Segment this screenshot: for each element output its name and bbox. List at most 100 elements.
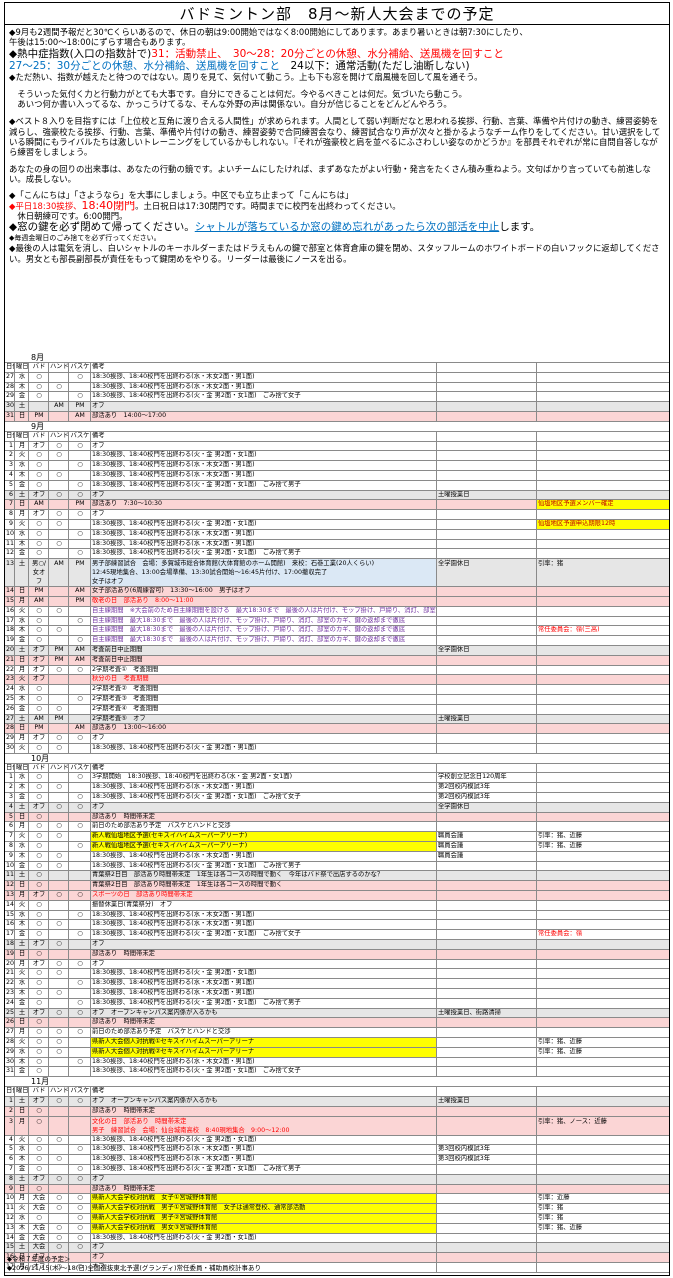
- row-cell: 13: [5, 559, 15, 587]
- row-school-event: [437, 1135, 537, 1145]
- row-cell: ○: [69, 1008, 91, 1018]
- row-cell: 31: [6, 411, 15, 421]
- row-cell: 火: [15, 900, 29, 910]
- row-cell: PM: [69, 500, 91, 510]
- table-row: 14 火 ○ 振替休業日(青葉祭分) オフ: [5, 900, 669, 911]
- row-cell: ○: [69, 1243, 91, 1253]
- table-row: 18 土オフ ○ オフ: [5, 940, 669, 950]
- row-cell: 3: [5, 793, 15, 802]
- table-row: 2 火 ○ ○ 18:30挨拶、18:40校門を出終わる(火・金 男2面・女1面): [5, 451, 669, 462]
- row-cell: オフ: [29, 802, 49, 812]
- row-school-event: [437, 1223, 537, 1233]
- row-cell: 日: [15, 724, 29, 734]
- row-remark: 部活あり 時間帯未定: [91, 1018, 437, 1028]
- row-cell: 土: [15, 1008, 29, 1018]
- row-cell: ○: [49, 969, 69, 979]
- row-cell: 6: [5, 490, 15, 500]
- header-cell: 日付: [5, 763, 15, 773]
- row-cell: ○: [69, 461, 91, 470]
- row-cell: 1: [5, 1096, 15, 1106]
- row-school-event: [437, 1028, 537, 1037]
- row-cell: 金: [15, 392, 29, 402]
- row-cell: ○: [49, 940, 69, 949]
- row-cell: ○: [29, 529, 49, 539]
- row-note: [537, 1009, 669, 1018]
- schedule-table: 8月日付曜日バドハンドバスケ備考27水○○18:30挨拶、18:40校門を出終わ…: [5, 353, 669, 1273]
- row-remark: 18:30挨拶、18:40校門を出終わる(火・金 男2面・女1面): [91, 969, 437, 979]
- row-cell: 28: [6, 382, 15, 392]
- row-cell: ○: [49, 989, 69, 998]
- row-cell: 水: [15, 910, 29, 920]
- row-note: [537, 911, 669, 920]
- row-cell: 8: [5, 842, 15, 851]
- row-note: [537, 783, 669, 792]
- row-cell: 12: [6, 549, 15, 559]
- row-cell: 日: [15, 812, 29, 822]
- row-remark: 18:30挨拶、18:40校門を出終わる(水・木女2面・男1面): [91, 382, 437, 392]
- row-cell: [49, 461, 69, 470]
- row-cell: 1: [5, 441, 15, 451]
- row-note: [537, 1018, 669, 1027]
- table-row: 8 水 ○ ○ 新人戦仙塩地区予選(セキスイハイムスーパーアリーナ) 職員会議 引率：猪、近…: [5, 842, 669, 852]
- row-school-event: [437, 519, 537, 529]
- row-remark: 18:30挨拶、18:40校門を出終わる(水・木女2面・男1面): [91, 539, 437, 549]
- row-cell: ○: [29, 998, 49, 1008]
- row-note: [537, 901, 669, 910]
- row-cell: ○: [69, 842, 91, 851]
- row-note: [537, 617, 669, 626]
- row-remark: 18:30挨拶、18:40校門を出終わる(水・木女2面・男1面): [91, 1155, 437, 1164]
- row-school-event: [437, 372, 537, 382]
- table-row: 28 火 ○ ○ 県新人大会個人対抗戦①セキスイハイムスーパーアリーナ 引率：猪、近藤: [5, 1038, 669, 1048]
- row-cell: 金: [15, 793, 29, 802]
- row-school-event: [437, 959, 537, 969]
- row-remark: 18:30挨拶、18:40校門を出終わる(水・木女2面・男1面): [91, 1057, 437, 1067]
- row-remark: 18:30挨拶、18:40校門を出終わる(水・木女2面・男1面): [91, 1145, 437, 1155]
- row-cell: [49, 900, 69, 910]
- row-cell: 木: [15, 626, 29, 636]
- row-note: [537, 1165, 669, 1174]
- row-cell: 日: [15, 1184, 29, 1194]
- row-school-event: 第2回校内模試3年: [437, 783, 537, 793]
- table-row: 17 金 ○ ○ 18:30挨拶、18:40校門を出終わる(火・金 男2面・女1面) ご…: [5, 930, 669, 941]
- row-school-event: [437, 1233, 537, 1243]
- header-cell: 備考: [91, 431, 437, 441]
- row-note: [537, 392, 669, 401]
- row-cell: PM: [29, 724, 49, 734]
- row-school-event: 第2回校内模試3年: [437, 793, 537, 802]
- row-school-event: [437, 724, 537, 734]
- month-header: 11月: [5, 1077, 669, 1088]
- row-school-event: [437, 998, 537, 1008]
- row-school-event: [437, 910, 537, 920]
- row-cell: ○: [49, 470, 69, 480]
- row-note: [537, 950, 669, 959]
- row-cell: PM: [49, 655, 69, 665]
- row-cell: [69, 851, 91, 861]
- row-school-event: [437, 606, 537, 616]
- row-cell: ○: [69, 773, 91, 783]
- row-cell: ○: [29, 1145, 49, 1155]
- row-school-event: 全学園休日: [437, 645, 537, 655]
- row-school-event: [437, 812, 537, 822]
- row-note: [537, 871, 669, 880]
- row-cell: [49, 773, 69, 783]
- row-cell: ○: [49, 1008, 69, 1018]
- row-cell: 8: [5, 510, 15, 519]
- row-cell: ○: [69, 1028, 91, 1037]
- row-remark: 18:30挨拶、18:40校門を出終わる(水・木女2面・男1面): [91, 529, 437, 539]
- row-school-event: [437, 665, 537, 675]
- row-remark: オフ: [91, 510, 437, 519]
- row-note: [537, 491, 669, 500]
- row-cell: [49, 1164, 69, 1174]
- row-cell: オフ: [29, 645, 49, 655]
- row-cell: 金: [15, 1164, 29, 1174]
- row-cell: ○: [69, 1223, 91, 1233]
- table-row: 10 水 ○ ○ 18:30挨拶、18:40校門を出終わる(水・木女2面・男1面): [5, 529, 669, 540]
- row-cell: 月: [15, 510, 29, 519]
- row-cell: [49, 1116, 69, 1135]
- table-row: 4 火 ○ ○ 18:30挨拶、18:40校門を出終わる(火・金 男2面・女1面): [5, 1135, 669, 1146]
- table-row: 27 土 AM PM 2学期考査⑤ オフ 土曜授業日: [5, 714, 669, 725]
- row-cell: ○: [49, 1243, 69, 1253]
- header-cell: ハンド: [50, 431, 69, 441]
- row-school-event: 職員会議: [437, 842, 537, 851]
- row-cell: ○: [29, 989, 49, 998]
